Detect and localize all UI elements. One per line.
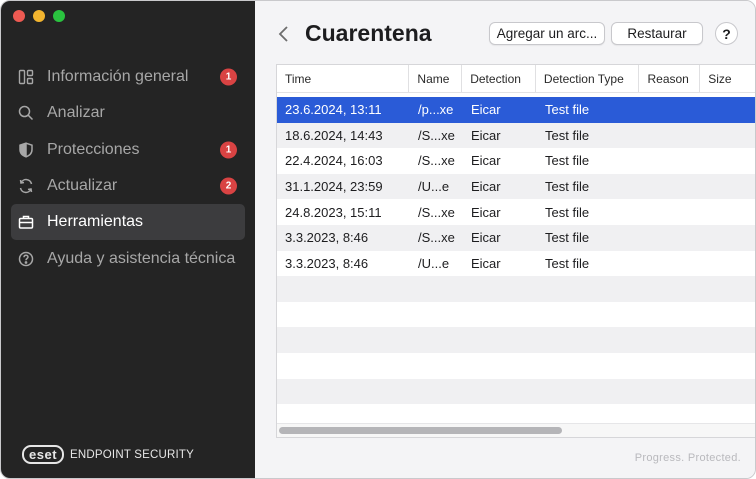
sidebar-item-label: Información general [47, 68, 189, 86]
cell-name: /U...e [418, 179, 450, 195]
eset-logo: eset [22, 445, 65, 464]
table-row[interactable]: 23.6.2024, 13:11 /p...xe Eicar Test file [277, 97, 755, 123]
sidebar-nav: Información general 1 Analizar Proteccio… [11, 59, 245, 277]
notification-badge: 2 [220, 177, 237, 195]
column-header-name[interactable]: Name [409, 65, 463, 92]
cell-detection-type: Test file [545, 255, 590, 271]
help-circle-icon [17, 250, 35, 268]
horizontal-scrollbar[interactable] [277, 423, 755, 437]
restore-button[interactable]: Restaurar [611, 22, 703, 45]
tagline: Progress. Protected. [634, 452, 741, 464]
column-header-size[interactable]: Size [700, 65, 755, 92]
sidebar-item-update[interactable]: Actualizar 2 [11, 168, 245, 204]
table-row[interactable]: 24.8.2023, 15:11 /S...xe Eicar Test file [277, 199, 755, 225]
notification-badge: 1 [220, 68, 237, 86]
empty-row [277, 327, 755, 353]
cell-time: 18.6.2024, 14:43 [285, 127, 383, 143]
sidebar-item-label: Ayuda y asistencia técnica [47, 249, 236, 267]
sidebar-item-tools[interactable]: Herramientas [11, 204, 245, 241]
cell-detection-type: Test file [545, 127, 590, 143]
eset-logo-text: eset [29, 447, 58, 462]
cell-detection: Eicar [471, 102, 501, 118]
cell-time: 31.1.2024, 23:59 [285, 179, 383, 195]
sidebar-item-overview[interactable]: Información general 1 [11, 59, 245, 95]
cell-name: /S...xe [418, 230, 455, 246]
cell-detection-type: Test file [545, 230, 590, 246]
cell-name: /S...xe [418, 204, 455, 220]
sidebar-item-label: Analizar [47, 104, 105, 122]
table-body: 23.6.2024, 13:11 /p...xe Eicar Test file… [277, 97, 755, 430]
cell-detection: Eicar [471, 153, 501, 169]
cell-detection-type: Test file [545, 102, 590, 118]
notification-badge: 1 [220, 141, 237, 159]
quarantine-table: Time Name Detection Detection Type Reaso… [276, 64, 755, 438]
column-header-time[interactable]: Time [277, 65, 410, 92]
window-controls [13, 10, 65, 22]
column-header-detection-type[interactable]: Detection Type [536, 65, 640, 92]
cell-detection: Eicar [471, 179, 501, 195]
cell-detection-type: Test file [545, 179, 590, 195]
table-row[interactable]: 18.6.2024, 14:43 /S...xe Eicar Test file [277, 122, 755, 149]
add-file-button[interactable]: Agregar un arc... [489, 22, 605, 45]
sidebar-item-protections[interactable]: Protecciones 1 [11, 132, 245, 168]
cell-time: 24.8.2023, 15:11 [285, 204, 382, 220]
briefcase-icon [17, 213, 35, 231]
sidebar-item-label: Actualizar [47, 177, 118, 195]
product-name: ENDPOINT SECURITY [70, 448, 194, 461]
close-window-button[interactable] [13, 10, 25, 22]
cell-name: /p...xe [418, 102, 454, 118]
sidebar: Información general 1 Analizar Proteccio… [1, 1, 255, 478]
cell-time: 3.3.2023, 8:46 [285, 255, 369, 271]
back-chevron-icon[interactable] [277, 24, 291, 44]
app-window: Información general 1 Analizar Proteccio… [0, 0, 756, 479]
empty-row [277, 353, 755, 379]
cell-detection: Eicar [471, 255, 501, 271]
help-button[interactable]: ? [715, 22, 738, 45]
scrollbar-thumb[interactable] [279, 427, 562, 434]
empty-row [277, 276, 755, 302]
cell-detection-type: Test file [545, 204, 590, 220]
shield-icon [17, 141, 35, 159]
table-row[interactable]: 31.1.2024, 23:59 /U...e Eicar Test file [277, 173, 755, 200]
table-row[interactable]: 22.4.2024, 16:03 /S...xe Eicar Test file [277, 148, 755, 174]
column-header-detection[interactable]: Detection [462, 65, 536, 92]
sidebar-item-help[interactable]: Ayuda y asistencia técnica [11, 240, 245, 276]
cell-name: /S...xe [418, 153, 455, 169]
cell-detection: Eicar [471, 127, 501, 143]
cell-time: 3.3.2023, 8:46 [285, 230, 369, 246]
page-title: Cuarentena [305, 20, 432, 46]
zoom-window-button[interactable] [53, 10, 65, 22]
search-icon [17, 104, 35, 122]
refresh-icon [17, 177, 35, 195]
table-row[interactable]: 3.3.2023, 8:46 /U...e Eicar Test file [277, 251, 755, 277]
cell-time: 22.4.2024, 16:03 [285, 153, 383, 169]
product-brand: eset ENDPOINT SECURITY [22, 445, 194, 464]
cell-name: /U...e [418, 255, 450, 271]
sidebar-item-label: Protecciones [47, 140, 140, 158]
cell-detection-type: Test file [545, 153, 590, 169]
column-header-reason[interactable]: Reason [639, 65, 701, 92]
minimize-window-button[interactable] [33, 10, 45, 22]
table-header: Time Name Detection Detection Type Reaso… [277, 65, 755, 93]
empty-row [277, 378, 755, 405]
empty-row [277, 302, 755, 328]
dashboard-icon [17, 68, 35, 86]
cell-name: /S...xe [418, 127, 455, 143]
main-panel: Cuarentena Agregar un arc... Restaurar ?… [255, 1, 755, 478]
cell-detection: Eicar [471, 204, 501, 220]
table-row[interactable]: 3.3.2023, 8:46 /S...xe Eicar Test file [277, 224, 755, 251]
cell-time: 23.6.2024, 13:11 [285, 102, 382, 118]
sidebar-item-label: Herramientas [47, 213, 144, 231]
cell-detection: Eicar [471, 230, 501, 246]
sidebar-item-scan[interactable]: Analizar [11, 95, 245, 131]
